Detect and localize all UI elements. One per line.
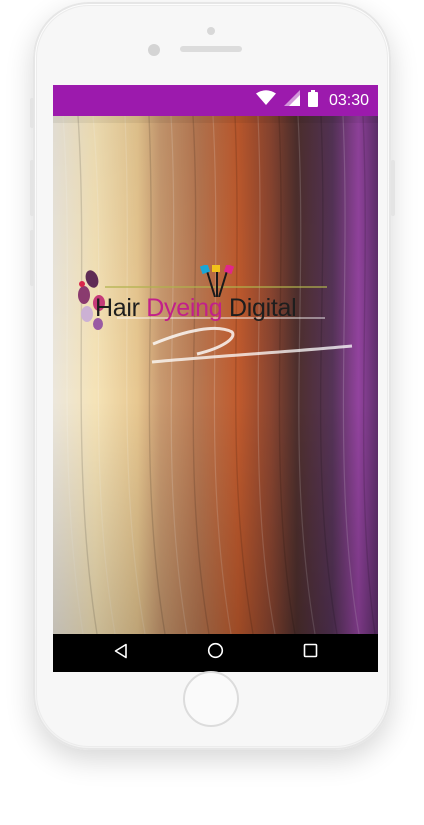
navigation-bar	[53, 634, 378, 672]
power-button	[391, 160, 395, 216]
volume-up-button	[30, 160, 34, 216]
app-logo: Hair Dyeing Digital	[77, 265, 362, 366]
cell-signal-icon	[283, 90, 300, 111]
logo-word-dyeing: Dyeing	[146, 294, 223, 322]
home-icon	[207, 642, 224, 664]
mute-switch	[30, 98, 34, 128]
device-screen: 03:30 Hair Dyeing Digital	[53, 85, 378, 672]
volume-down-button	[30, 230, 34, 286]
splash-background: Hair Dyeing Digital	[53, 116, 378, 634]
logo-text: Hair Dyeing Digital	[95, 294, 297, 323]
hair-color-image	[53, 116, 378, 634]
proximity-sensor	[207, 27, 215, 35]
hardware-home-button[interactable]	[183, 671, 239, 727]
back-icon	[113, 643, 129, 664]
recents-icon	[303, 643, 318, 663]
battery-icon	[307, 89, 318, 112]
front-camera	[148, 44, 160, 56]
status-time: 03:30	[328, 91, 369, 109]
brush-icon	[199, 265, 235, 297]
back-button[interactable]	[101, 638, 141, 668]
wifi-icon	[255, 90, 276, 111]
logo-word-digital: Digital	[228, 294, 297, 322]
earpiece-speaker	[180, 46, 242, 52]
status-bar: 03:30	[53, 85, 378, 116]
recents-button[interactable]	[291, 638, 331, 668]
home-nav-button[interactable]	[196, 638, 236, 668]
logo-word-hair: Hair	[95, 294, 140, 322]
